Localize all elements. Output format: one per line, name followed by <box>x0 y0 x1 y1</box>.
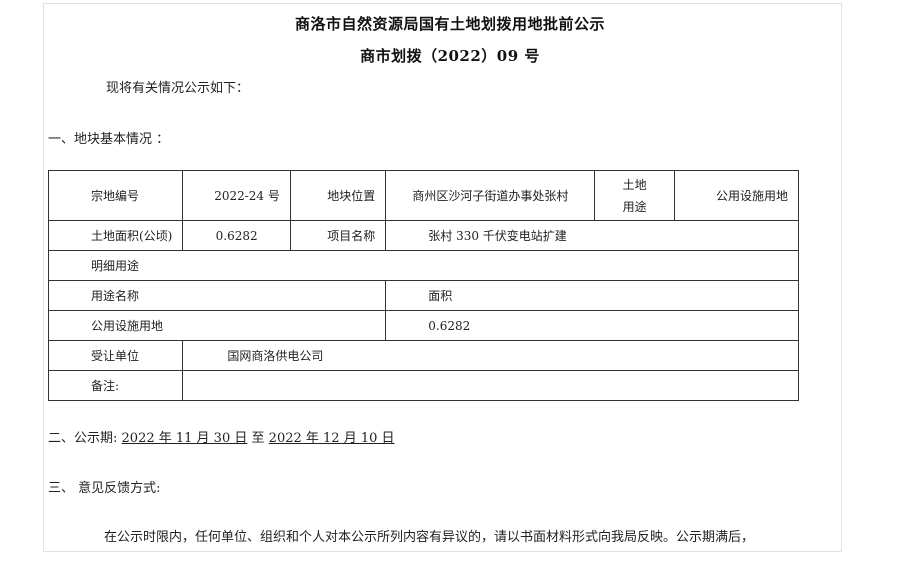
area-value: 0.6282 <box>182 220 291 251</box>
section-2-publicity-period: 二、公示期: 2022 年 11 月 30 日 至 2022 年 12 月 10… <box>48 427 395 446</box>
area-header: 面积 <box>385 280 799 311</box>
table-row: 宗地编号 2022-24 号 地块位置 商州区沙河子街道办事处张村 土地 用途 … <box>47 170 800 221</box>
start-date: 2022 年 11 月 30 日 <box>121 431 248 446</box>
area-label: 土地面积(公顷) <box>47 220 184 251</box>
document-number: 商市划拨（2022）09 号 <box>360 47 540 65</box>
parcel-no-value: 2022-24 号 <box>182 170 291 221</box>
land-use-label-line1: 土地 <box>622 177 647 192</box>
project-label: 项目名称 <box>289 220 387 251</box>
parcel-no-label: 宗地编号 <box>47 170 184 221</box>
section-3-heading: 三、 意见反馈方式: <box>48 481 161 496</box>
publicity-period-label: 二、公示期: <box>48 431 118 446</box>
location-value: 商州区沙河子街道办事处张村 <box>385 170 596 221</box>
use-name-header: 用途名称 <box>47 280 387 311</box>
end-date: 2022 年 12 月 10 日 <box>268 431 395 446</box>
parcel-info-table: 宗地编号 2022-24 号 地块位置 商州区沙河子街道办事处张村 土地 用途 … <box>47 170 800 401</box>
detail-use-label: 明细用途 <box>48 250 799 281</box>
table-row: 用途名称 面积 <box>47 280 799 311</box>
grantee-value: 国网商洛供电公司 <box>182 340 799 371</box>
table-row: 明细用途 <box>48 250 799 281</box>
table-row: 受让单位 国网商洛供电公司 <box>47 340 799 371</box>
land-use-value: 公用设施用地 <box>673 170 800 221</box>
detail-area: 0.6282 <box>385 310 799 341</box>
table-row: 备注: <box>47 370 799 401</box>
date-connector: 至 <box>251 431 265 446</box>
remarks-label: 备注: <box>47 370 184 401</box>
body-paragraph: 在公示时限内，任何单位、组织和个人对本公示所列内容有异议的，请以书面材料形式向我… <box>104 530 755 545</box>
detail-use-name: 公用设施用地 <box>47 310 387 341</box>
grantee-label: 受让单位 <box>47 340 184 371</box>
section-1-heading: 一、地块基本情况 ： <box>48 132 170 147</box>
location-label: 地块位置 <box>289 170 387 221</box>
project-value: 张村 330 千伏变电站扩建 <box>385 220 799 251</box>
document-title: 商洛市自然资源局国有土地划拨用地批前公示 <box>294 15 605 33</box>
table-row: 土地面积(公顷) 0.6282 项目名称 张村 330 千伏变电站扩建 <box>47 220 799 251</box>
land-use-label-line2: 用途 <box>622 199 647 214</box>
remarks-value <box>182 370 799 401</box>
land-use-label: 土地 用途 <box>594 170 675 221</box>
table-row: 公用设施用地 0.6282 <box>47 310 799 341</box>
intro-text: 现将有关情况公示如下： <box>106 81 250 96</box>
